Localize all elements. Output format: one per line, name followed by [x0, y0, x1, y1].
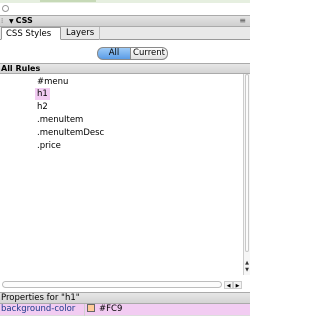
- panel-options-icon[interactable]: ≡: [239, 16, 246, 26]
- rules-list: #menu h1 h2 .menuItem .menuItemDesc .pri…: [0, 74, 243, 275]
- property-value[interactable]: #FC9: [87, 304, 122, 316]
- properties-table: background-color #FC9: [0, 304, 250, 316]
- gripper-icon[interactable]: ⁞: [1, 17, 3, 25]
- tab-css-styles[interactable]: CSS Styles: [1, 27, 61, 40]
- color-swatch-icon[interactable]: [87, 304, 95, 312]
- rule-item[interactable]: #menu: [37, 76, 68, 88]
- scroll-down-arrow-icon[interactable]: ▼: [244, 267, 250, 274]
- top-strip: [0, 0, 250, 3]
- vertical-scroll-track[interactable]: [245, 74, 249, 252]
- panel-title[interactable]: ▼ CSS: [9, 16, 33, 27]
- tab-layers[interactable]: Layers: [62, 27, 100, 40]
- panel-dock-circle-icon[interactable]: [2, 5, 9, 12]
- top-strip-bar: [40, 0, 96, 2]
- rule-item[interactable]: .price: [37, 140, 61, 152]
- rule-item-selected[interactable]: h1: [35, 88, 50, 100]
- rule-item[interactable]: h2: [37, 101, 48, 113]
- property-value-text: #FC9: [99, 304, 123, 314]
- properties-header: Properties for "h1": [0, 292, 250, 304]
- current-button[interactable]: Current: [131, 47, 168, 60]
- tab-bar: CSS Styles Layers: [0, 27, 250, 40]
- rule-item[interactable]: .menuItemDesc: [37, 127, 104, 139]
- css-panel-header[interactable]: ⁞ ▼ CSS ≡: [0, 15, 250, 27]
- all-button[interactable]: All: [97, 47, 131, 60]
- property-row[interactable]: background-color #FC9: [0, 304, 250, 316]
- scroll-left-arrow-icon[interactable]: ◀: [224, 281, 233, 289]
- scroll-right-arrow-icon[interactable]: ▶: [233, 281, 242, 289]
- rules-vertical-scrollbar[interactable]: ▲ ▼: [243, 74, 250, 275]
- panel-title-text: CSS: [15, 16, 33, 25]
- scroll-up-arrow-icon[interactable]: ▲: [244, 260, 250, 267]
- rules-horizontal-scrollbar[interactable]: ◀ ▶: [0, 281, 243, 289]
- property-name[interactable]: background-color: [1, 304, 85, 316]
- all-rules-header: All Rules: [0, 63, 250, 74]
- horizontal-scroll-track[interactable]: [2, 281, 222, 288]
- rule-item[interactable]: .menuItem: [37, 114, 83, 126]
- collapse-triangle-icon[interactable]: ▼: [9, 18, 14, 25]
